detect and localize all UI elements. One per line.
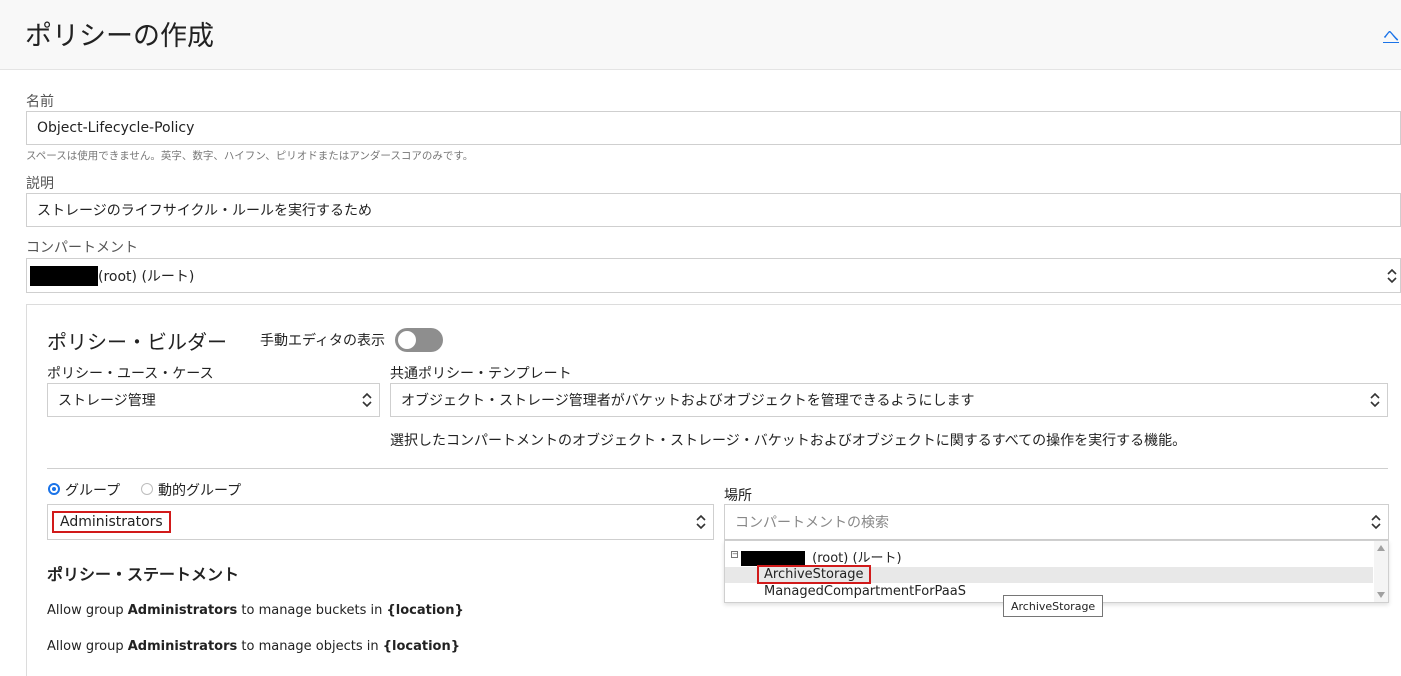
template-select-value: オブジェクト・ストレージ管理者がバケットおよびオブジェクトを管理できるようにしま…: [401, 393, 975, 409]
updown-chevron-icon: [362, 392, 372, 408]
description-label: 説明: [26, 176, 54, 192]
statement-location: {location}: [386, 603, 464, 618]
template-select[interactable]: オブジェクト・ストレージ管理者がバケットおよびオブジェクトを管理できるようにしま…: [390, 383, 1388, 417]
location-dropdown: − (root) (ルート) ArchiveStorage ManagedCom…: [724, 540, 1389, 603]
divider: [47, 468, 1388, 469]
policy-builder-panel: ポリシー・ビルダー 手動エディタの表示 ポリシー・ユース・ケース ストレージ管理…: [26, 304, 1401, 676]
location-search-placeholder: コンパートメントの検索: [735, 515, 889, 531]
updown-chevron-icon: [1387, 268, 1397, 283]
dropdown-scrollbar[interactable]: [1374, 541, 1388, 602]
policy-statement: Allow group Administrators to manage obj…: [47, 639, 460, 654]
toggle-knob: [398, 331, 416, 349]
statement-prefix: Allow group: [47, 603, 128, 618]
updown-chevron-icon: [1371, 514, 1381, 530]
collapse-help-link[interactable]: へ: [1383, 22, 1399, 46]
manual-editor-label: 手動エディタの表示: [260, 333, 386, 349]
dropdown-item-root[interactable]: − (root) (ルート): [725, 547, 1373, 566]
use-case-select[interactable]: ストレージ管理: [47, 383, 380, 417]
name-label: 名前: [26, 94, 54, 110]
statement-group: Administrators: [127, 603, 238, 618]
redacted-tenancy-name: [30, 265, 98, 286]
policy-statement-title: ポリシー・ステートメント: [47, 565, 240, 584]
updown-chevron-icon: [1370, 392, 1380, 408]
group-select-value: Administrators: [52, 511, 171, 533]
collapse-tree-icon[interactable]: −: [731, 551, 738, 558]
policy-builder-title: ポリシー・ビルダー: [47, 330, 227, 354]
group-radio-label: グループ: [65, 483, 121, 499]
use-case-label: ポリシー・ユース・ケース: [47, 366, 214, 382]
compartment-select-value: (root) (ルート): [98, 268, 195, 285]
dropdown-root-label: (root) (ルート): [812, 551, 902, 566]
compartment-select[interactable]: (root) (ルート): [26, 258, 1401, 293]
dropdown-item-label: ManagedCompartmentForPaaS: [764, 584, 966, 599]
updown-chevron-icon: [696, 514, 706, 530]
use-case-select-value: ストレージ管理: [58, 393, 156, 409]
statement-middle: to manage objects in: [237, 639, 383, 654]
tooltip: ArchiveStorage: [1003, 595, 1104, 617]
group-radio[interactable]: [48, 483, 60, 495]
redacted-tenancy-name: [741, 551, 805, 566]
scroll-down-icon[interactable]: [1377, 592, 1385, 598]
compartment-label: コンパートメント: [26, 240, 138, 256]
statement-middle: to manage buckets in: [237, 603, 387, 618]
name-input-value: Object-Lifecycle-Policy: [37, 120, 195, 136]
template-label: 共通ポリシー・テンプレート: [390, 366, 572, 382]
statement-group: Administrators: [127, 639, 238, 654]
policy-statement: Allow group Administrators to manage buc…: [47, 603, 464, 618]
statement-location: {location}: [382, 639, 460, 654]
dynamic-group-radio-label: 動的グループ: [158, 483, 242, 499]
location-search-input[interactable]: コンパートメントの検索: [724, 504, 1389, 540]
name-input[interactable]: Object-Lifecycle-Policy: [26, 111, 1401, 145]
description-input-value: ストレージのライフサイクル・ルールを実行するため: [37, 203, 373, 219]
location-label: 場所: [724, 488, 752, 504]
dropdown-item-archivestorage[interactable]: ArchiveStorage: [725, 565, 1373, 584]
group-select[interactable]: Administrators: [47, 504, 714, 540]
page-title: ポリシーの作成: [25, 21, 214, 52]
dynamic-group-radio[interactable]: [141, 483, 153, 495]
name-hint: スペースは使用できません。英字、数字、ハイフン、ピリオドまたはアンダースコアのみ…: [26, 150, 474, 162]
statement-prefix: Allow group: [47, 639, 128, 654]
template-description: 選択したコンパートメントのオブジェクト・ストレージ・バケットおよびオブジェクトに…: [390, 433, 1187, 449]
dropdown-item-label: ArchiveStorage: [757, 565, 871, 584]
page-header: ポリシーの作成 へ: [0, 0, 1401, 70]
scroll-up-icon[interactable]: [1377, 545, 1385, 551]
manual-editor-toggle[interactable]: [395, 328, 443, 352]
description-input[interactable]: ストレージのライフサイクル・ルールを実行するため: [26, 193, 1401, 227]
